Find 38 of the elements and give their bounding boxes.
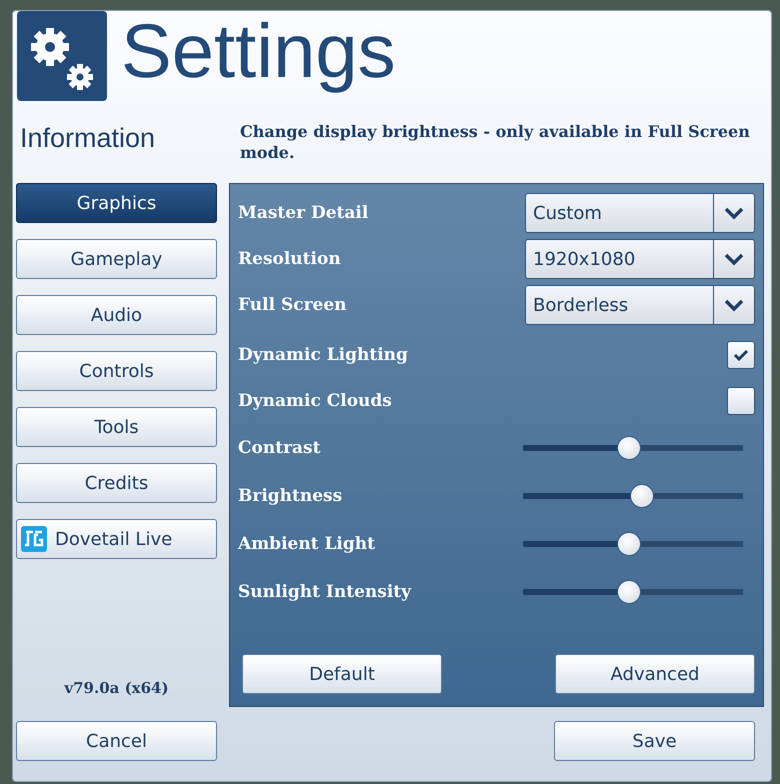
slider-handle[interactable] xyxy=(616,580,641,604)
nav-button[interactable]: Dovetail Live xyxy=(16,519,217,559)
checkbox[interactable] xyxy=(727,387,755,415)
panel-button[interactable]: Advanced xyxy=(555,654,755,694)
setting-label: Full Screen xyxy=(238,295,347,315)
nav-button[interactable]: Gameplay xyxy=(16,239,217,279)
slider-handle[interactable] xyxy=(616,436,641,460)
dropdown[interactable]: 1920x1080 xyxy=(525,239,755,279)
nav-button[interactable]: Credits xyxy=(16,463,217,503)
setting-label: Master Detail xyxy=(238,203,368,223)
gears-icon xyxy=(17,11,107,101)
setting-label: Brightness xyxy=(238,486,342,506)
nav-button[interactable]: Graphics xyxy=(16,183,217,223)
setting-label: Dynamic Clouds xyxy=(238,391,392,411)
setting-label: Ambient Light xyxy=(238,534,375,554)
nav-button[interactable]: Controls xyxy=(16,351,217,391)
footer-button[interactable]: Cancel xyxy=(16,721,217,761)
chevron-icon xyxy=(723,252,745,266)
section-title: Information xyxy=(19,123,156,154)
checkbox[interactable] xyxy=(727,341,755,369)
panel-button[interactable]: Default xyxy=(242,654,442,694)
setting-label: Dynamic Lighting xyxy=(238,345,408,365)
chevron-icon xyxy=(723,206,745,220)
setting-label: Sunlight Intensity xyxy=(238,582,412,602)
slider-handle[interactable] xyxy=(630,484,654,508)
checkmark-icon xyxy=(733,349,749,361)
nav-button[interactable]: Audio xyxy=(16,295,217,335)
description-text: Change display brightness - only available in Full Screen mode. xyxy=(240,121,751,163)
footer-button[interactable]: Save xyxy=(554,721,755,761)
setting-label: Contrast xyxy=(238,438,320,458)
nav-button[interactable]: Tools xyxy=(16,407,217,447)
slider-handle[interactable] xyxy=(616,532,641,556)
chevron-icon xyxy=(723,298,745,312)
app-icon xyxy=(21,526,47,552)
setting-label: Resolution xyxy=(238,249,341,269)
version-text: v79.0a (x64) xyxy=(64,679,169,697)
dropdown[interactable]: Custom xyxy=(525,193,755,233)
dropdown[interactable]: Borderless xyxy=(525,285,755,325)
